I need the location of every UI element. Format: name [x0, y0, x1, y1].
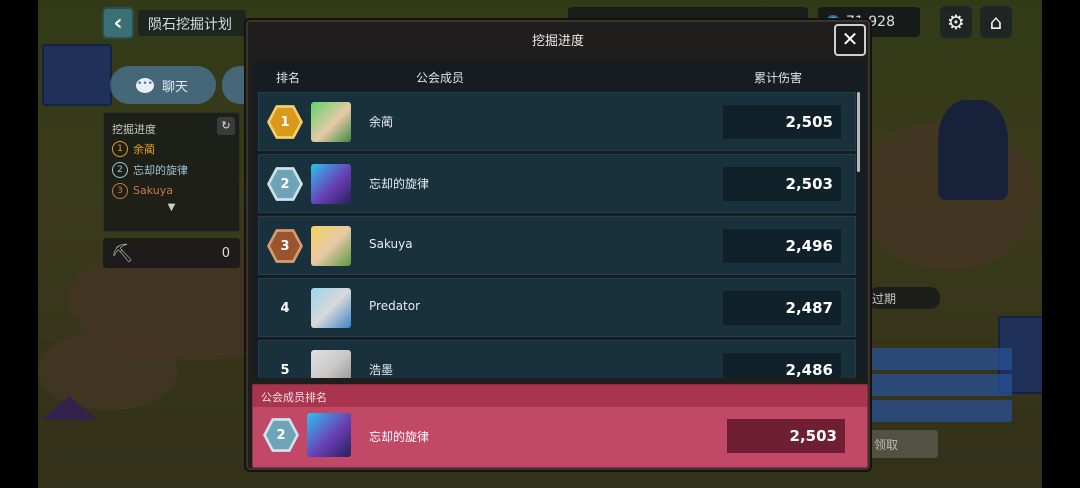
- chevron-down-icon[interactable]: ▼: [104, 202, 239, 213]
- side-list-item[interactable]: [868, 348, 1012, 370]
- column-damage: 累计伤害: [754, 71, 803, 85]
- rank-badge: 5: [280, 362, 290, 378]
- damage-value: 2,503: [723, 167, 841, 201]
- rank-badge: 1: [267, 104, 303, 140]
- settings-button[interactable]: ⚙: [940, 6, 972, 38]
- modal-title: 挖掘进度: [531, 34, 584, 49]
- avatar: [311, 102, 351, 142]
- member-name: 余蔺: [133, 142, 155, 156]
- member-name: 忘却的旋律: [369, 177, 430, 191]
- back-button[interactable]: ‹: [102, 7, 134, 39]
- column-headers: 排名 公会成员 累计伤害: [254, 62, 866, 90]
- pickaxe-icon: ⛏: [111, 242, 134, 264]
- rank-badge: 4: [280, 300, 290, 316]
- side-list-item[interactable]: [868, 400, 1012, 422]
- member-name: 忘却的旋律: [369, 430, 430, 444]
- refresh-icon[interactable]: ↻: [217, 117, 235, 135]
- side-list-item[interactable]: [868, 374, 1012, 396]
- member-name: 忘却的旋律: [133, 163, 188, 177]
- chat-bubble-icon: •••: [136, 77, 154, 93]
- page-title: 陨石挖掘计划: [138, 10, 246, 36]
- claim-button[interactable]: 领取: [868, 430, 938, 458]
- gear-icon: ⚙: [947, 10, 965, 34]
- member-name: Sakuya: [133, 184, 173, 197]
- member-name: Predator: [369, 299, 421, 313]
- rank-number: 2: [112, 161, 128, 178]
- avatar: [311, 164, 351, 204]
- ranking-row[interactable]: 3 Sakuya 2,496: [258, 216, 856, 275]
- dig-progress-panel[interactable]: 挖掘进度 ↻ 1 余蔺 2 忘却的旋律 3 Sakuya ▼: [103, 112, 240, 232]
- damage-value: 2,503: [727, 419, 845, 453]
- side-button[interactable]: [222, 66, 248, 104]
- column-member: 公会成员: [416, 71, 465, 85]
- rank-number: 1: [112, 140, 128, 157]
- ranking-row[interactable]: 1 余蔺 2,505: [258, 92, 856, 151]
- avatar: [307, 413, 351, 457]
- ranking-list[interactable]: 排名 公会成员 累计伤害 1 余蔺 2,505 2 忘却的旋律 2,503 3 …: [254, 62, 866, 378]
- member-name: 余蔺: [369, 115, 394, 129]
- home-icon: ⌂: [989, 10, 1003, 34]
- rank-number: 3: [112, 182, 128, 199]
- dig-progress-item: 2 忘却的旋律: [104, 158, 239, 179]
- pickaxe-counter: ⛏ 0: [103, 238, 240, 268]
- close-icon: ✕: [841, 27, 859, 51]
- avatar: [311, 226, 351, 266]
- my-rank-panel: 公会成员排名 2 忘却的旋律 2,503: [252, 384, 868, 468]
- member-name: Sakuya: [369, 237, 413, 251]
- avatar: [311, 350, 351, 378]
- avatar: [311, 288, 351, 328]
- game-screen: ‹ 陨石挖掘计划 71,928 ⚙ ⌂ ••• 聊天 挖掘进度 ↻ 1 余蔺 2 忘却的…: [0, 0, 1080, 488]
- ranking-row[interactable]: 2 忘却的旋律 2,503: [258, 154, 856, 213]
- damage-value: 2,496: [723, 229, 841, 263]
- expire-label: 过期: [868, 287, 940, 309]
- rank-badge: 2: [267, 166, 303, 202]
- rank-badge: 3: [267, 228, 303, 264]
- modal-header: 挖掘进度 ✕: [248, 22, 868, 62]
- my-rank-title: 公会成员排名: [253, 385, 867, 407]
- column-rank: 排名: [276, 71, 301, 85]
- rank-badge: 2: [263, 417, 299, 453]
- ranking-row[interactable]: 4 Predator 2,487: [258, 278, 856, 337]
- ranking-row[interactable]: 5 浩墨 2,486: [258, 340, 856, 378]
- chat-button[interactable]: ••• 聊天: [110, 66, 216, 104]
- member-name: 浩墨: [369, 363, 394, 377]
- damage-value: 2,505: [723, 105, 841, 139]
- damage-value: 2,487: [723, 291, 841, 325]
- scrollbar[interactable]: [857, 92, 860, 172]
- dig-progress-item: 3 Sakuya: [104, 179, 239, 200]
- dig-progress-modal: 挖掘进度 ✕ 排名 公会成员 累计伤害 1 余蔺 2,505 2 忘却的旋律 2…: [246, 20, 870, 470]
- damage-value: 2,486: [723, 353, 841, 378]
- dig-progress-item: 1 余蔺: [104, 137, 239, 158]
- close-button[interactable]: ✕: [834, 24, 866, 56]
- home-button[interactable]: ⌂: [980, 6, 1012, 38]
